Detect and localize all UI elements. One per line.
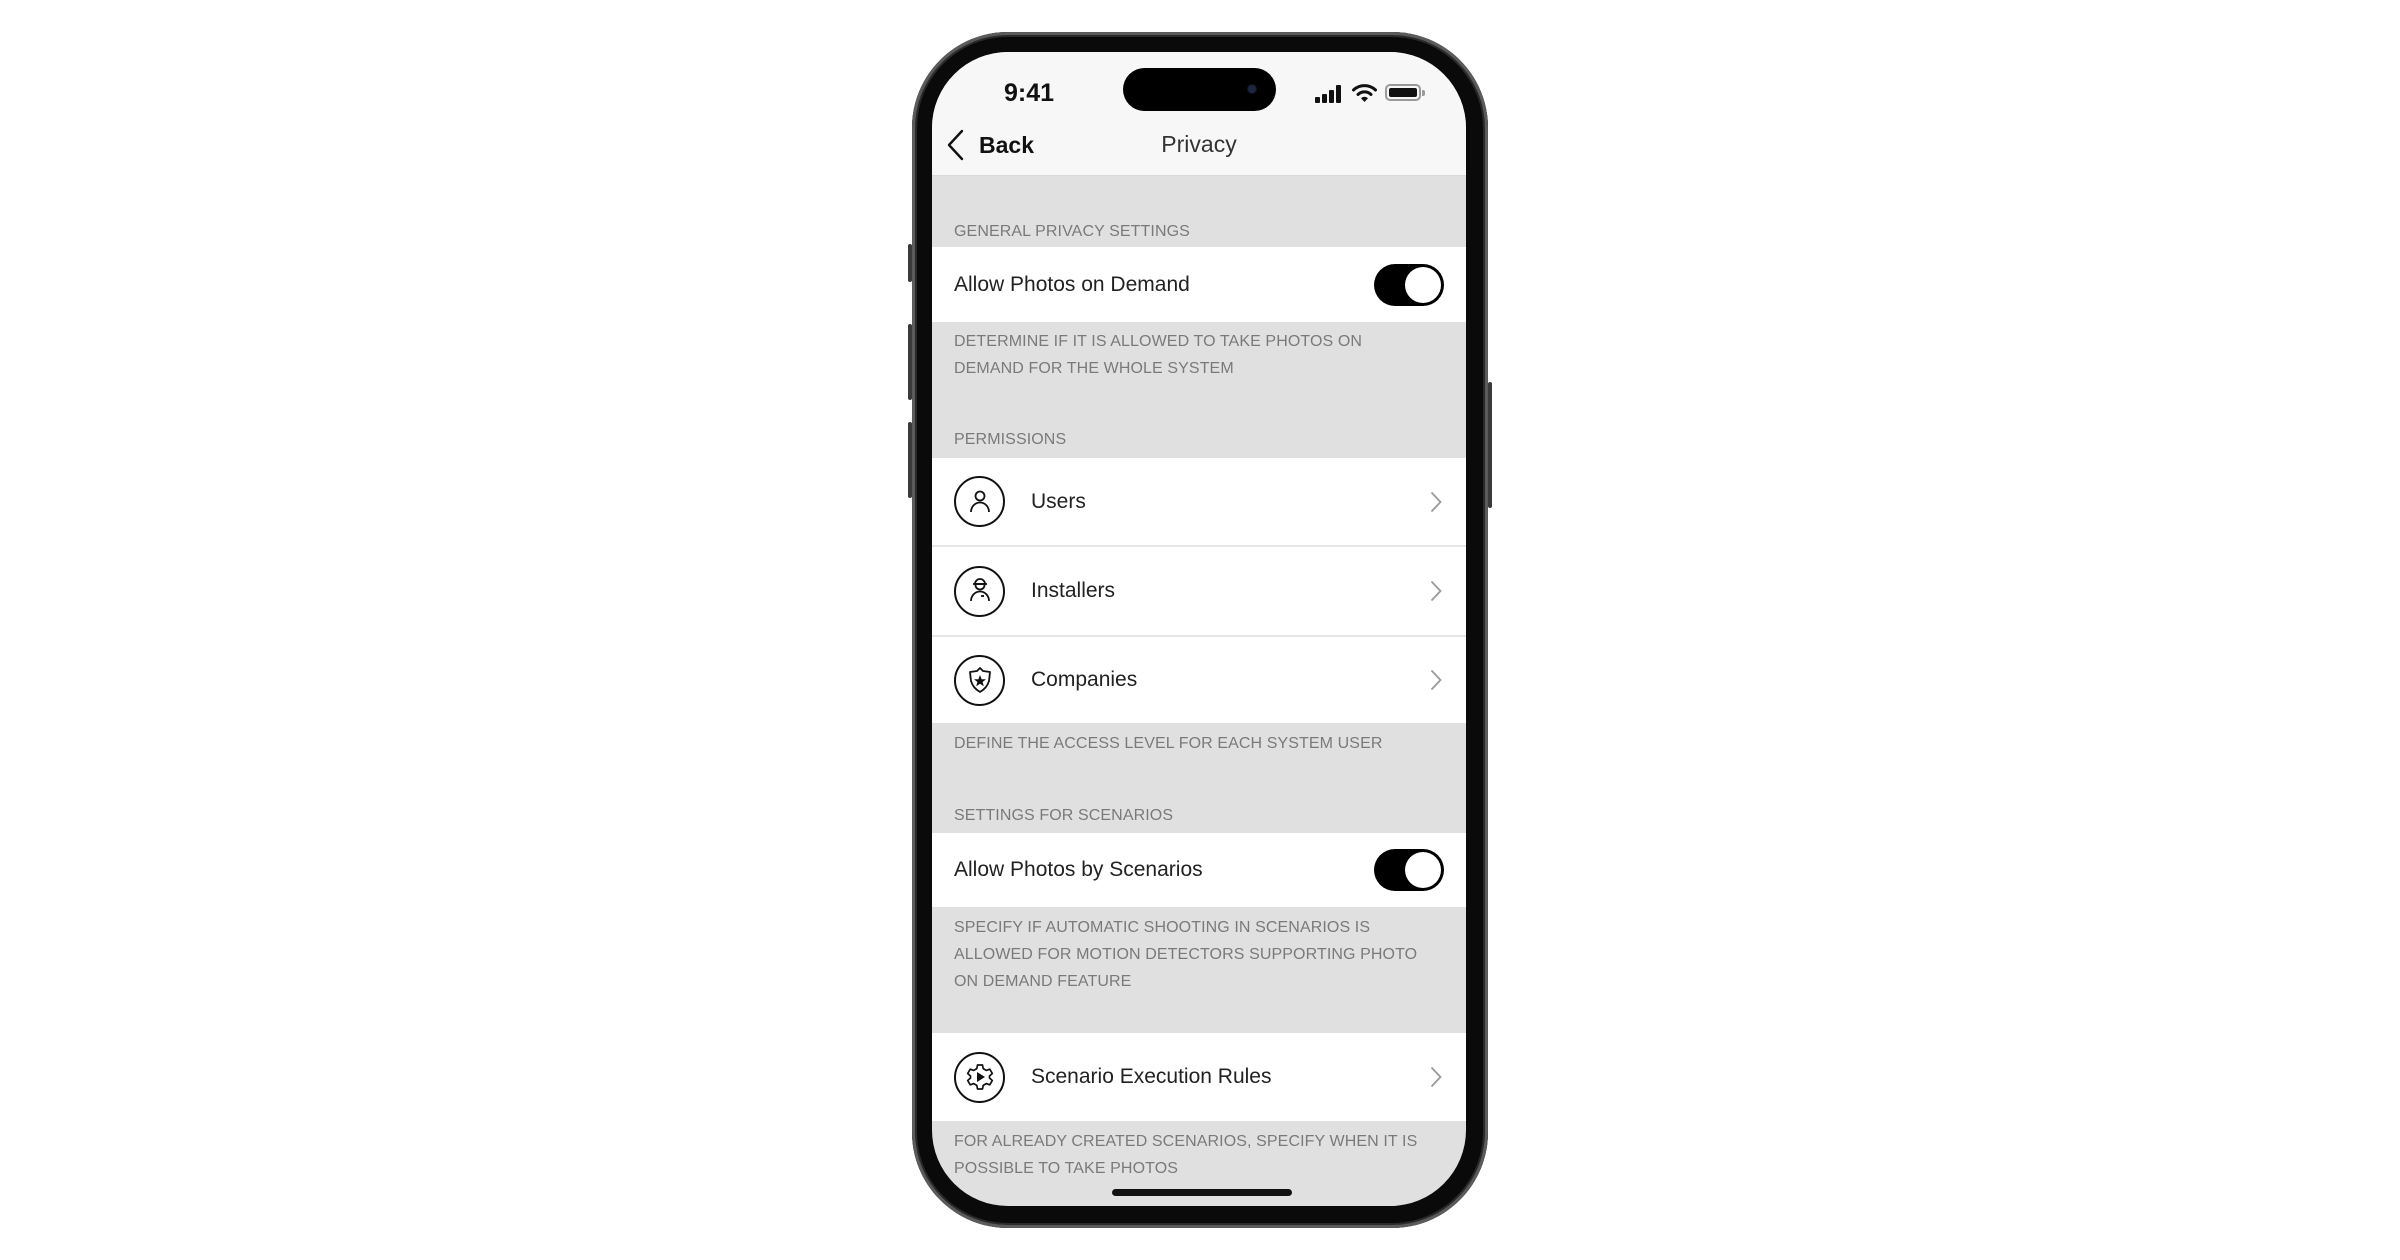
page-title: Privacy [1161, 131, 1237, 157]
section-header-permissions: PERMISSIONS [954, 431, 1067, 448]
section-header-general: GENERAL PRIVACY SETTINGS [954, 223, 1190, 240]
status-time: 9:41 [1003, 79, 1055, 107]
volume-down-button [908, 422, 912, 498]
description-line: DEMAND FOR THE WHOLE SYSTEM [954, 360, 1234, 377]
allow-photos-on-demand-label: Allow Photos on Demand [954, 272, 1190, 296]
allow-photos-on-demand-row: Allow Photos on Demand [932, 247, 1466, 322]
wifi-icon [1352, 83, 1377, 103]
top-bar: 9:41 Back Privacy [932, 52, 1466, 176]
section-header-scenarios: SETTINGS FOR SCENARIOS [954, 807, 1174, 824]
scenarios-description: SPECIFY IF AUTOMATIC SHOOTING IN SCENARI… [954, 914, 1446, 995]
description-line: DETERMINE IF IT IS ALLOWED TO TAKE PHOTO… [954, 333, 1363, 350]
description-line: ALLOWED FOR MOTION DETECTORS SUPPORTING … [954, 946, 1418, 963]
home-indicator[interactable] [1112, 1189, 1292, 1196]
gear-play-icon [954, 1051, 1005, 1103]
execution-description: FOR ALREADY CREATED SCENARIOS, SPECIFY W… [954, 1128, 1446, 1182]
description-line: FOR ALREADY CREATED SCENARIOS, SPECIFY W… [954, 1133, 1418, 1150]
permissions-item-installers[interactable]: Installers [932, 547, 1466, 635]
installers-label: Installers [1031, 579, 1116, 602]
permissions-item-users[interactable]: Users [932, 458, 1466, 545]
user-icon [954, 476, 1005, 527]
allow-photos-by-scenarios-label: Allow Photos by Scenarios [954, 858, 1203, 881]
description-line: SPECIFY IF AUTOMATIC SHOOTING IN SCENARI… [954, 919, 1371, 936]
installer-icon [954, 565, 1005, 617]
power-button [1488, 382, 1492, 508]
users-label: Users [1031, 489, 1086, 513]
allow-photos-on-demand-toggle[interactable] [1374, 263, 1444, 306]
scenario-execution-rules-label: Scenario Execution Rules [1031, 1065, 1272, 1088]
chevron-right-icon [1430, 669, 1442, 691]
permissions-item-companies[interactable]: Companies [932, 637, 1466, 723]
permissions-description: DEFINE THE ACCESS LEVEL FOR EACH SYSTEM … [954, 735, 1383, 752]
general-description: DETERMINE IF IT IS ALLOWED TO TAKE PHOTO… [954, 328, 1446, 382]
companies-label: Companies [1031, 668, 1138, 691]
scenario-execution-rules-item[interactable]: Scenario Execution Rules [932, 1033, 1466, 1121]
shield-star-icon [954, 654, 1005, 706]
phone-frame: 9:41 Back Privacy GENERAL PRIVACY SETTIN… [908, 32, 1492, 1228]
description-line: ON DEMAND FEATURE [954, 973, 1132, 990]
allow-photos-by-scenarios-row: Allow Photos by Scenarios [932, 833, 1466, 907]
action-button [908, 244, 912, 282]
chevron-right-icon [1430, 491, 1442, 512]
chevron-right-icon [1430, 580, 1442, 602]
cellular-signal-icon [1315, 85, 1342, 103]
description-line: POSSIBLE TO TAKE PHOTOS [954, 1160, 1179, 1177]
dynamic-island [1123, 68, 1276, 111]
chevron-right-icon [1430, 1066, 1442, 1088]
volume-up-button [908, 324, 912, 400]
screen: 9:41 Back Privacy GENERAL PRIVACY SETTIN… [932, 52, 1466, 1206]
battery-icon [1385, 84, 1425, 101]
camera-lens [1248, 85, 1256, 93]
allow-photos-by-scenarios-toggle[interactable] [1374, 849, 1444, 891]
